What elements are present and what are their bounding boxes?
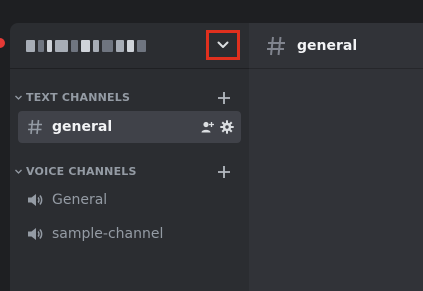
chevron-down-icon bbox=[15, 169, 22, 174]
chevron-down-icon bbox=[15, 95, 22, 100]
chat-main-area: general bbox=[249, 23, 423, 291]
channel-name: sample-channel bbox=[52, 226, 164, 242]
plus-icon[interactable] bbox=[216, 164, 232, 180]
plus-icon[interactable] bbox=[216, 90, 232, 106]
channel-sidebar: TEXT CHANNELS general VOICE CHANNELS Gen… bbox=[10, 23, 249, 291]
server-header[interactable] bbox=[10, 23, 249, 69]
server-dropdown-button[interactable] bbox=[206, 30, 240, 60]
speaker-icon bbox=[28, 228, 43, 240]
hash-icon bbox=[28, 119, 42, 135]
chevron-down-icon bbox=[217, 41, 229, 48]
server-rail-edge bbox=[0, 0, 10, 291]
channel-name: general bbox=[52, 119, 113, 135]
category-label: TEXT CHANNELS bbox=[26, 91, 131, 104]
channel-name: General bbox=[52, 192, 108, 208]
server-name-pixelated bbox=[26, 36, 146, 56]
channel-item-general[interactable]: general bbox=[18, 111, 241, 143]
hash-icon bbox=[267, 36, 285, 56]
category-voice-channels[interactable]: VOICE CHANNELS bbox=[10, 163, 249, 181]
channel-header: general bbox=[249, 23, 423, 69]
server-icon-partial[interactable] bbox=[0, 38, 5, 48]
category-text-channels[interactable]: TEXT CHANNELS bbox=[10, 89, 249, 107]
channel-item-voice-general[interactable]: General bbox=[18, 184, 241, 216]
speaker-icon bbox=[28, 194, 43, 206]
channel-item-sample-channel[interactable]: sample-channel bbox=[18, 218, 241, 250]
channel-title: general bbox=[297, 38, 358, 54]
gear-icon[interactable] bbox=[219, 119, 235, 135]
add-member-icon[interactable] bbox=[199, 119, 215, 135]
category-label: VOICE CHANNELS bbox=[26, 165, 137, 178]
